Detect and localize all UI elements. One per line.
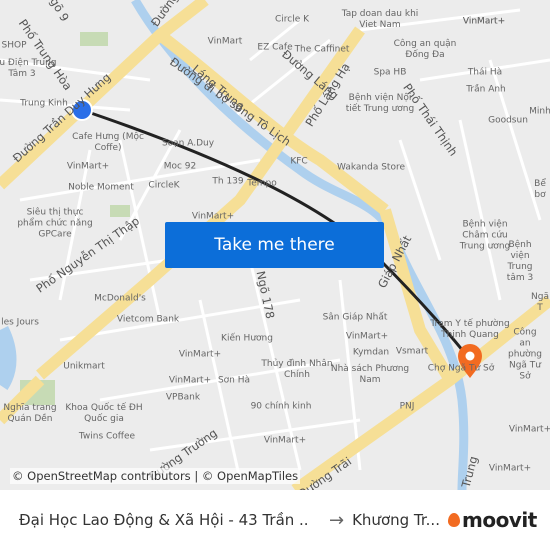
poi-label: Siêu thị thực phẩm chức năng GPCare	[17, 207, 93, 240]
poi-label: les Jours	[1, 317, 39, 328]
poi-label: Minh	[529, 106, 550, 117]
poi-label: VinMart	[207, 36, 243, 47]
poi-label: VinMart+	[345, 331, 389, 342]
poi-label: Công an quận Đống Đa	[393, 39, 457, 60]
poi-label: VPBank	[165, 392, 201, 403]
poi-label: Trung Kinh	[20, 98, 68, 109]
poi-label: CircleK	[148, 180, 180, 191]
poi-label: Trạm Y tế phường Thịnh Quang	[430, 319, 510, 340]
poi-label: EZ Cafe	[257, 42, 293, 53]
poi-label: VinMart+	[462, 16, 506, 27]
poi-label: VinMart+	[168, 375, 212, 386]
take-me-there-button[interactable]: Take me there	[165, 222, 384, 268]
poi-label: Chợ Ngã Tư Sở	[427, 363, 495, 374]
poi-label: VinMart+	[66, 161, 110, 172]
poi-label: Nhà sách Phương Nam	[330, 364, 410, 385]
poi-label: Sân Giáp Nhất	[322, 312, 388, 323]
poi-label: Nghĩa trang Quán Dền	[3, 403, 57, 424]
poi-label: VinMart+	[178, 349, 222, 360]
poi-label: Th 139	[212, 176, 244, 187]
moovit-wordmark: moovit	[461, 508, 537, 532]
poi-label: VinMart+	[191, 211, 235, 222]
poi-label: Twins Coffee	[78, 431, 136, 442]
poi-label: Sơn Hà	[217, 375, 251, 386]
poi-label: Moc 92	[163, 161, 197, 172]
poi-label: Thủy đình Nhân Chính	[261, 359, 333, 380]
poi-label: Trần Anh	[466, 84, 506, 95]
poi-label: Tap doan dau khi Viet Nam	[341, 9, 419, 30]
poi-label: VinMart+	[488, 463, 532, 474]
poi-label: Spa HB	[373, 67, 407, 78]
poi-label: Bưu Điện Trung Tâm 3	[0, 58, 57, 79]
poi-label: Kymdan	[352, 347, 390, 358]
origin-name: Đại Học Lao Động & Xã Hội - 43 Trần ...	[19, 511, 309, 529]
moovit-pin-icon	[447, 513, 460, 527]
poi-label: The Caffinet	[294, 44, 350, 55]
arrow-right-icon: →	[329, 509, 345, 531]
footer-bar: Đại Học Lao Động & Xã Hội - 43 Trần ... …	[0, 490, 550, 550]
poi-label: Ngã T	[531, 292, 549, 313]
poi-label: Kiến Hương	[221, 333, 273, 344]
map-attribution[interactable]: © OpenStreetMap contributors | © OpenMap…	[10, 468, 301, 484]
poi-label: Circle K	[274, 14, 310, 25]
poi-label: Soạn A.Duy	[161, 138, 215, 149]
poi-label: Bể bơ	[534, 179, 546, 200]
poi-label: Tempo	[247, 178, 277, 189]
poi-label: KFC	[290, 156, 308, 167]
poi-label: Thái Hà	[467, 67, 503, 78]
poi-label: Bệnh viện Nội tiết Trung ương	[345, 93, 415, 114]
poi-label: Vietcom Bank	[116, 314, 180, 325]
poi-label: Goodsun	[488, 115, 528, 126]
poi-label: Bệnh viện Trung tâm 3	[506, 240, 534, 283]
moovit-logo[interactable]: moovit	[447, 508, 537, 532]
poi-label: Unikmart	[63, 361, 105, 372]
poi-label: 90 chính kinh	[250, 401, 312, 412]
poi-label: SHOP	[1, 40, 27, 51]
poi-label: Wakanda Store	[337, 162, 405, 173]
poi-label: McDonald's	[94, 293, 146, 304]
destination-name: Khương Tr...	[352, 511, 440, 529]
poi-label: Công an phường Ngã Tư Sở	[507, 327, 543, 382]
poi-label: VinMart+	[263, 435, 307, 446]
poi-label: Noble Moment	[68, 182, 134, 193]
poi-label: Cafe Hưng (Mộc Coffe)	[72, 132, 144, 153]
poi-label: VinMart+	[508, 424, 550, 435]
poi-label: PNJ	[399, 401, 415, 412]
poi-label: Vsmart	[395, 346, 429, 357]
poi-label: Khoa Quốc tế ĐH Quốc gia	[65, 403, 143, 424]
